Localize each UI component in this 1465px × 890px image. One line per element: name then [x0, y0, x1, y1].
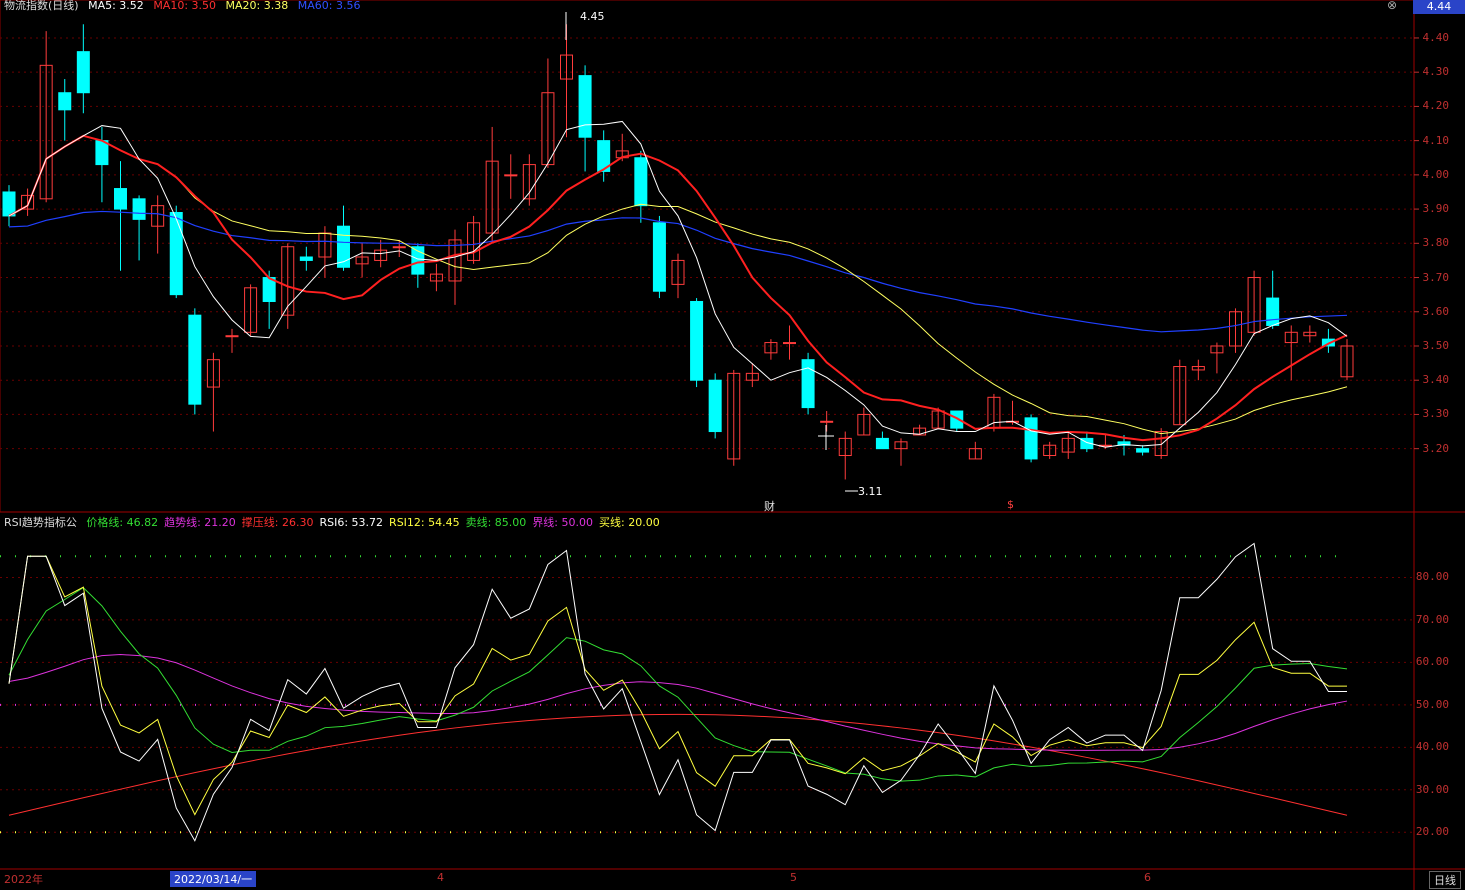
rsi-tick-label: 50.00 [1415, 697, 1449, 711]
candle-down [1024, 417, 1038, 460]
candle-down [578, 75, 592, 138]
candle-up [225, 335, 239, 338]
x-label-june: 6 [1144, 871, 1151, 884]
candle-down [652, 222, 666, 292]
price-tick-label: 3.70 [1422, 270, 1450, 284]
indicator-item-2: 撑压线: 26.30 [241, 516, 314, 529]
rsi-tick-label: 60.00 [1415, 655, 1449, 669]
price-tick-label: 4.30 [1422, 65, 1450, 79]
candle-down [188, 314, 202, 405]
indicator-item-7: 买线: 20.00 [599, 516, 660, 529]
current-price-tag: 4.44 [1413, 0, 1465, 14]
ma10-legend: MA10: 3.50 [153, 0, 217, 12]
high-price-annotation: 4.45 [580, 10, 605, 23]
stock-chart-canvas[interactable] [0, 0, 1465, 890]
price-tick-label: 3.90 [1422, 202, 1450, 216]
price-tick-label: 3.50 [1422, 338, 1450, 352]
price-tick-label: 3.40 [1422, 373, 1450, 387]
rsi-tick-label: 70.00 [1415, 612, 1449, 626]
rsi-tick-label: 80.00 [1415, 570, 1449, 584]
indicator-item-1: 趋势线: 21.20 [164, 516, 236, 529]
candle-down [634, 157, 648, 207]
x-label-april: 4 [437, 871, 444, 884]
candle-down [1136, 448, 1150, 453]
price-tick-label: 3.20 [1422, 441, 1450, 455]
indicator-item-0: 价格线: 46.82 [86, 516, 159, 529]
close-icon[interactable]: ⊗ [1387, 0, 1397, 12]
price-tick-label: 4.20 [1422, 99, 1450, 113]
chart-title: 物流指数(日线) [4, 0, 79, 12]
cursor-date: 2022/03/14/一 [170, 871, 257, 887]
low-price-annotation: 3.11 [858, 485, 883, 498]
price-tick-label: 4.40 [1422, 30, 1450, 44]
indicator-item-4: RSI12: 54.45 [389, 516, 460, 529]
candle-down [132, 198, 146, 220]
period-selector[interactable]: 日线 [1429, 871, 1461, 889]
candle-down [2, 191, 16, 217]
candle-down [875, 437, 889, 450]
rsi-tick-label: 40.00 [1415, 740, 1449, 754]
candle-up [783, 342, 796, 345]
x-label-may: 5 [790, 871, 797, 884]
ma20-legend: MA20: 3.38 [225, 0, 289, 12]
main-panel-frame [0, 0, 1415, 513]
candle-down [169, 212, 183, 296]
candle-down [114, 188, 127, 210]
candle-down [95, 140, 109, 166]
candle-up [820, 420, 834, 423]
ma5-legend: MA5: 3.52 [88, 0, 144, 12]
rsi6-line [8, 542, 1347, 842]
rsi-tick-label: 20.00 [1415, 825, 1449, 839]
indicator-item-6: 界线: 50.00 [532, 516, 594, 529]
price-tick-label: 4.10 [1422, 133, 1450, 147]
support-resistance-line [8, 713, 1348, 816]
candle-down [708, 379, 722, 433]
candle-down [1266, 297, 1280, 326]
candle-down [690, 300, 704, 381]
price-tick-label: 3.80 [1422, 236, 1450, 250]
main-legend: 物流指数(日线) MA5: 3.52 MA10: 3.50 MA20: 3.38… [4, 0, 366, 13]
candle-down [337, 225, 350, 268]
candle-down [76, 51, 90, 94]
finance-marker[interactable]: 财 [764, 498, 775, 514]
price-tick-label: 3.60 [1422, 304, 1450, 318]
indicator-name[interactable]: RSI趋势指标公 [4, 516, 77, 529]
event-marker[interactable]: $ [1007, 498, 1014, 511]
ma60-legend: MA60: 3.56 [297, 0, 361, 12]
indicator-item-5: 卖线: 85.00 [465, 516, 527, 529]
candle-down [299, 256, 313, 261]
x-label-year: 2022年 [4, 873, 43, 886]
price-tick-label: 4.00 [1422, 167, 1450, 181]
candle-down [58, 92, 72, 111]
candle-up [392, 246, 406, 249]
price-tick-label: 3.30 [1422, 407, 1450, 421]
rsi12-line [8, 555, 1347, 816]
indicator-item-3: RSI6: 53.72 [319, 516, 384, 529]
rsi-tick-label: 30.00 [1415, 782, 1449, 796]
candle-up [504, 174, 518, 177]
candle-down [801, 359, 815, 409]
indicator-legend: RSI趋势指标公 价格线: 46.82 趋势线: 21.20 撑压线: 26.30 R… [4, 514, 672, 530]
trend-line [8, 653, 1348, 751]
